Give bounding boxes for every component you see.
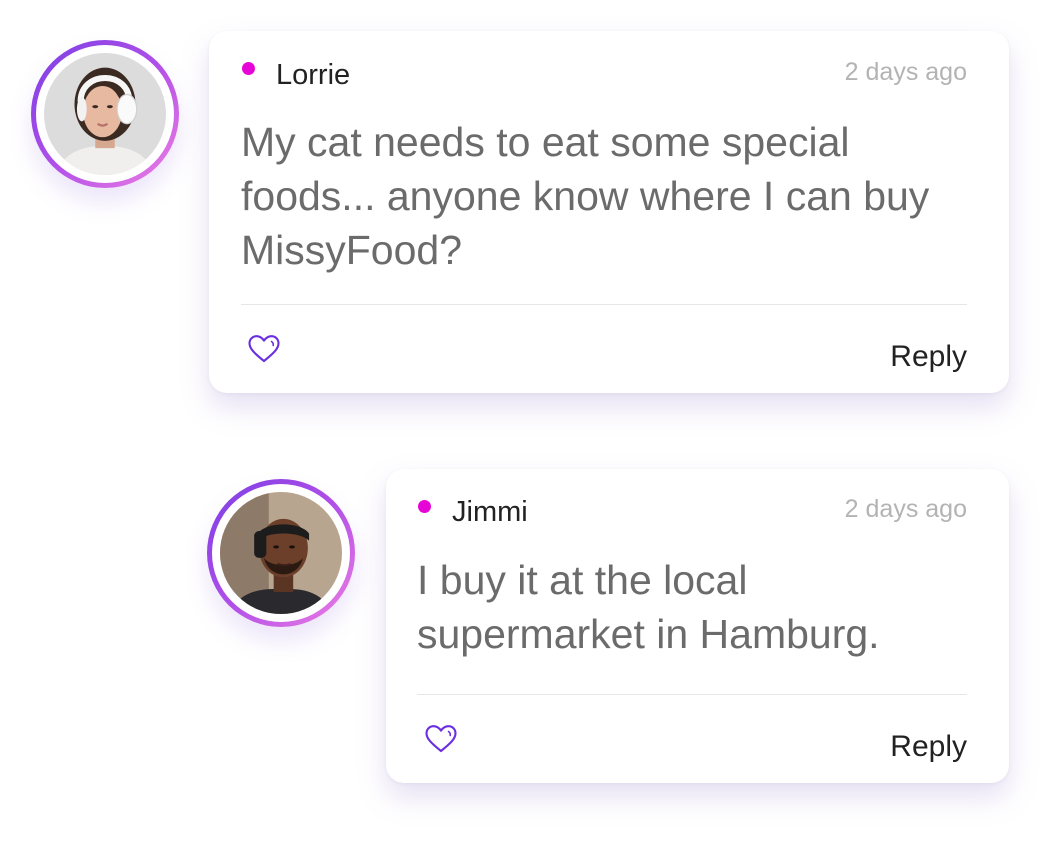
online-status-dot bbox=[242, 62, 255, 75]
woman-with-headphones-avatar bbox=[44, 53, 166, 175]
avatar-lorrie[interactable] bbox=[31, 40, 179, 188]
comment-timestamp: 2 days ago bbox=[844, 58, 967, 86]
comment-reply-card: Jimmi 2 days ago I buy it at the local s… bbox=[386, 469, 1009, 783]
comment-author[interactable]: Jimmi bbox=[452, 498, 528, 527]
heart-outline-icon bbox=[248, 335, 280, 363]
reply-button[interactable]: Reply bbox=[890, 342, 967, 372]
card-divider bbox=[241, 304, 967, 305]
avatar-photo bbox=[44, 53, 166, 175]
comment-message: My cat needs to eat some special foods..… bbox=[241, 119, 930, 273]
avatar-jimmi[interactable] bbox=[207, 479, 355, 627]
comment-timestamp: 2 days ago bbox=[844, 495, 967, 523]
like-button[interactable] bbox=[247, 333, 281, 365]
card-divider bbox=[417, 694, 967, 695]
heart-outline-icon bbox=[425, 725, 457, 753]
comment-message: I buy it at the local supermarket in Ham… bbox=[417, 557, 880, 657]
comment-author[interactable]: Lorrie bbox=[276, 61, 350, 90]
man-with-headband-avatar bbox=[220, 492, 342, 614]
reply-button[interactable]: Reply bbox=[890, 732, 967, 762]
comment-card: Lorrie 2 days ago My cat needs to eat so… bbox=[209, 31, 1009, 393]
online-status-dot bbox=[418, 500, 431, 513]
avatar-photo bbox=[220, 492, 342, 614]
like-button[interactable] bbox=[424, 723, 458, 755]
